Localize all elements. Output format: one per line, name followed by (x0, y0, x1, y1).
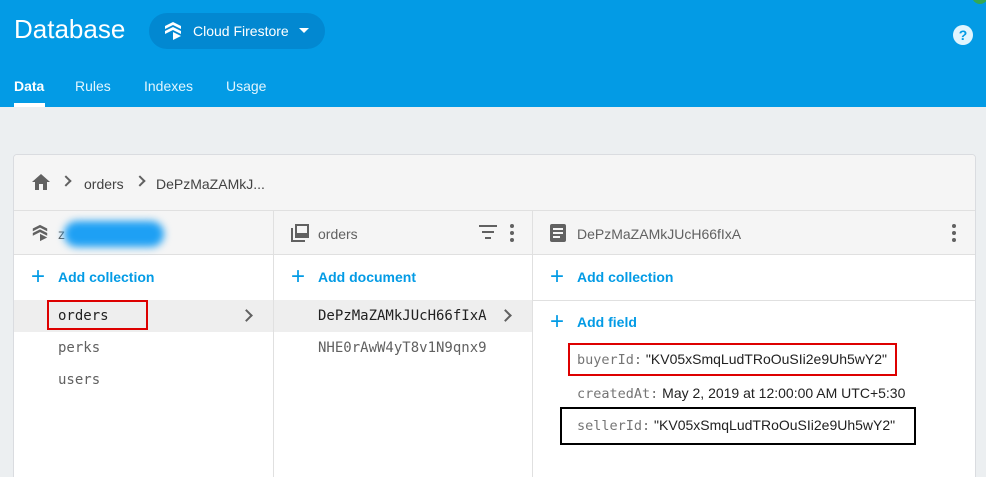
home-icon[interactable] (31, 173, 51, 196)
add-collection-label: Add collection (577, 269, 674, 285)
add-collection-button[interactable]: + Add collection (533, 255, 975, 299)
collection-icon (291, 224, 309, 247)
collection-title: orders (318, 226, 358, 242)
plus-icon: + (31, 263, 46, 290)
document-title: DePzMaZAMkJUcH66fIxA (577, 226, 742, 242)
field-createdat[interactable]: createdAt: May 2, 2019 at 12:00:00 AM UT… (577, 385, 905, 402)
redacted-project-name (64, 221, 164, 247)
database-selector[interactable]: Cloud Firestore (149, 13, 325, 49)
firestore-icon (163, 22, 183, 43)
breadcrumb-document[interactable]: DePzMaZAMkJ... (156, 176, 265, 192)
add-collection-label: Add collection (58, 269, 155, 285)
document-icon (550, 224, 566, 247)
list-item-label: DePzMaZAMkJUcH66fIxA (318, 308, 487, 324)
data-viewer-panel: orders DePzMaZAMkJ... z + Add collection… (13, 154, 976, 477)
highlight-box (47, 300, 148, 330)
list-item-label: perks (58, 340, 101, 356)
plus-icon: + (291, 263, 306, 290)
page-title: Database (14, 14, 126, 44)
firestore-icon (31, 224, 49, 247)
field-value: May 2, 2019 at 12:00:00 AM UTC+5:30 (662, 385, 906, 401)
list-item-label: users (58, 372, 101, 388)
more-vert-icon[interactable] (952, 224, 956, 242)
document-column-header: DePzMaZAMkJUcH66fIxA (533, 211, 975, 255)
help-icon[interactable]: ? (953, 25, 973, 45)
add-field-label: Add field (577, 314, 637, 330)
chevron-right-icon (134, 175, 146, 187)
field-key: createdAt: (577, 386, 659, 402)
chevron-right-icon (499, 309, 512, 322)
chevron-right-icon (240, 309, 253, 322)
chevron-right-icon (60, 175, 72, 187)
highlight-box (560, 407, 916, 445)
add-field-button[interactable]: + Add field (533, 300, 975, 344)
breadcrumb-orders[interactable]: orders (84, 176, 124, 192)
plus-icon: + (550, 263, 565, 290)
root-column: z + Add collection orders perks users (14, 211, 274, 477)
list-item-document[interactable]: DePzMaZAMkJUcH66fIxA (274, 300, 532, 332)
plus-icon: + (550, 308, 565, 335)
add-document-button[interactable]: + Add document (274, 255, 532, 299)
database-selector-label: Cloud Firestore (193, 23, 289, 39)
list-item-perks[interactable]: perks (14, 332, 273, 364)
list-item-document[interactable]: NHE0rAwW4yT8v1N9qnx9 (274, 332, 532, 364)
document-column: DePzMaZAMkJUcH66fIxA + Add collection + … (533, 211, 975, 477)
active-tab-indicator (14, 103, 45, 107)
root-column-header: z (14, 211, 273, 255)
collection-column: orders + Add document DePzMaZAMkJUcH66fI… (274, 211, 533, 477)
tab-rules[interactable]: Rules (75, 78, 111, 94)
add-document-label: Add document (318, 269, 416, 285)
tab-data[interactable]: Data (14, 78, 44, 94)
collection-column-header: orders (274, 211, 532, 255)
more-vert-icon[interactable] (510, 224, 514, 242)
tab-usage[interactable]: Usage (226, 78, 266, 94)
dropdown-caret-icon (299, 28, 309, 33)
avatar[interactable] (972, 0, 986, 4)
tab-indexes[interactable]: Indexes (144, 78, 193, 94)
list-item-label: NHE0rAwW4yT8v1N9qnx9 (318, 340, 487, 356)
add-collection-button[interactable]: + Add collection (14, 255, 273, 299)
list-item-users[interactable]: users (14, 364, 273, 396)
highlight-box (568, 343, 897, 376)
filter-icon[interactable] (479, 225, 497, 244)
breadcrumb: orders DePzMaZAMkJ... (14, 155, 975, 211)
top-app-bar: Database Cloud Firestore ? Data Rules In… (0, 0, 986, 107)
